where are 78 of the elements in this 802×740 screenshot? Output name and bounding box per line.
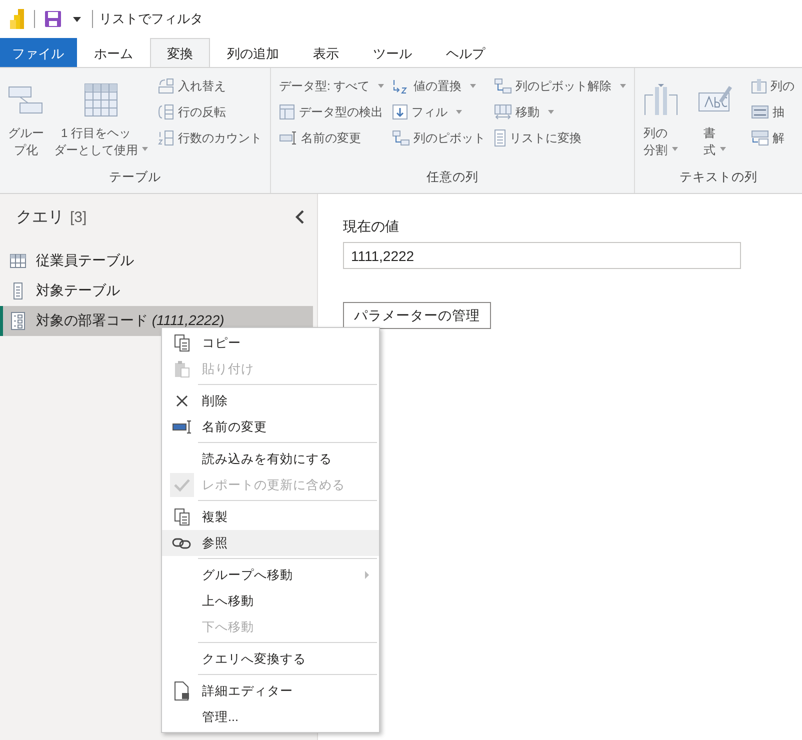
- group-icon: [8, 85, 44, 115]
- field-label: 現在の値: [343, 218, 399, 236]
- ribbon-button[interactable]: 1 行目をヘッ ダーとして使用: [52, 73, 150, 169]
- menu-item[interactable]: グループへ移動: [162, 562, 379, 588]
- text-number-icon: [750, 104, 769, 120]
- fill-down-icon: [392, 104, 408, 120]
- rename-icon: [279, 131, 297, 145]
- ribbon-button[interactable]: 列の 分割: [640, 73, 681, 169]
- menu-item[interactable]: 削除: [162, 388, 379, 414]
- list-icon: [494, 129, 506, 147]
- reverse-rows-icon: [158, 104, 174, 120]
- ribbon-tab[interactable]: ツール: [356, 38, 429, 67]
- ribbon-button[interactable]: 名前の変更: [277, 125, 386, 151]
- menu-item[interactable]: 上へ移動: [162, 588, 379, 614]
- table-icon: [10, 254, 26, 268]
- column-icon: [750, 78, 767, 94]
- ribbon-button[interactable]: データ型: すべて: [277, 73, 386, 99]
- swap-icon: [158, 78, 174, 94]
- count-rows-icon: [158, 130, 174, 146]
- ribbon-tab[interactable]: ヘルプ: [429, 38, 502, 67]
- close-icon: [175, 394, 189, 408]
- pivot-icon: [392, 130, 410, 146]
- ribbon-button[interactable]: 移動: [492, 99, 628, 125]
- ribbon-button[interactable]: グルー プ化: [6, 73, 46, 169]
- data-type-icon: [279, 104, 295, 120]
- collapse-chevron-icon: [295, 210, 305, 224]
- app-logo-icon: [9, 8, 25, 30]
- ribbon-tab[interactable]: 列の追加: [210, 38, 296, 67]
- parameter-icon: [11, 312, 25, 330]
- menu-item[interactable]: 参照: [162, 530, 379, 556]
- ribbon-button[interactable]: 行数のカウント: [156, 125, 264, 151]
- query-item[interactable]: 対象テーブル: [0, 276, 313, 306]
- window-title: リストでフィルタ: [99, 10, 203, 28]
- ribbon-button[interactable]: 抽: [748, 99, 797, 125]
- menu-item[interactable]: 名前の変更: [162, 414, 379, 440]
- ribbon-tab[interactable]: ホーム: [77, 38, 150, 67]
- value-field[interactable]: 1111,2222: [343, 242, 741, 269]
- link-icon: [172, 537, 192, 549]
- split-column-icon: [642, 83, 679, 117]
- parse-icon: [750, 130, 769, 146]
- ribbon-button[interactable]: 値の置換: [390, 73, 488, 99]
- manage-parameters-button[interactable]: パラメーターの管理: [343, 302, 491, 329]
- menu-item[interactable]: 読み込みを有効にする: [162, 446, 379, 472]
- ribbon-button[interactable]: 入れ替え: [156, 73, 264, 99]
- save-icon: [44, 10, 62, 28]
- ribbon-tab[interactable]: 変換: [150, 38, 210, 67]
- ribbon-button[interactable]: 列の: [748, 73, 797, 99]
- ribbon-tab[interactable]: 表示: [296, 38, 356, 67]
- ribbon-button[interactable]: 解: [748, 125, 797, 151]
- copy-icon: [174, 334, 190, 352]
- ribbon-button[interactable]: 書 式: [694, 73, 735, 169]
- menu-item[interactable]: 管理...: [162, 704, 379, 730]
- menu-item[interactable]: クエリへ変換する: [162, 646, 379, 672]
- ribbon-button[interactable]: 列のピボット: [390, 125, 488, 151]
- ribbon-button[interactable]: データ型の検出: [277, 99, 386, 125]
- move-icon: [494, 104, 512, 120]
- list-icon: [13, 282, 23, 300]
- pivot-icon: [494, 78, 512, 94]
- file-tab[interactable]: ファイル: [0, 38, 77, 67]
- customize-dropdown-icon[interactable]: [73, 16, 81, 22]
- group-label: テキストの列: [678, 169, 759, 186]
- table-icon: [84, 83, 118, 117]
- ribbon-button[interactable]: フィル: [390, 99, 488, 125]
- ribbon-button[interactable]: リストに変換: [492, 125, 628, 151]
- replace-values-icon: [392, 78, 410, 94]
- copy-icon: [174, 508, 190, 526]
- rename-icon: [172, 420, 192, 434]
- group-label: テーブル: [108, 169, 162, 186]
- pane-title: クエリ: [16, 208, 64, 228]
- ribbon-button[interactable]: 行の反転: [156, 99, 264, 125]
- menu-item[interactable]: 複製: [162, 504, 379, 530]
- query-item[interactable]: 従業員テーブル: [0, 246, 313, 276]
- group-label: 任意の列: [425, 169, 480, 186]
- document-icon: [174, 681, 190, 701]
- query-count: [3]: [70, 208, 87, 226]
- ribbon-button[interactable]: 列のピボット解除: [492, 73, 628, 99]
- paste-icon: [174, 360, 190, 378]
- menu-item[interactable]: 詳細エディター: [162, 678, 379, 704]
